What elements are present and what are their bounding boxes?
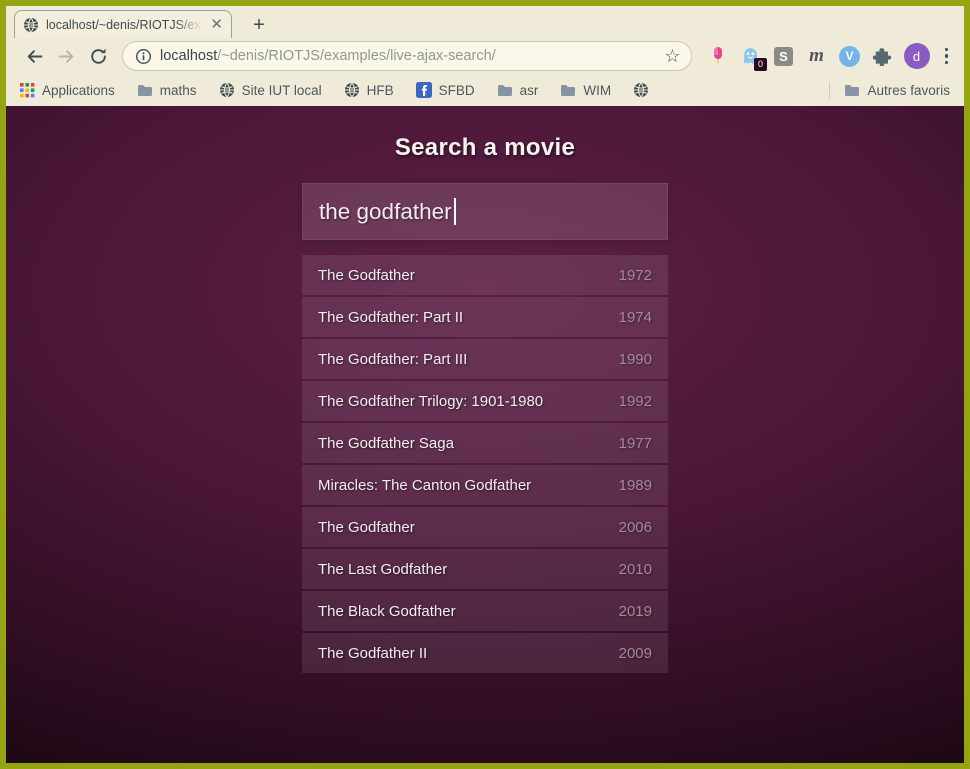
- url-host: localhost: [160, 48, 217, 64]
- page-info-icon[interactable]: [135, 48, 152, 65]
- bookmark-label: HFB: [367, 83, 394, 98]
- bookmark-label: WIM: [583, 83, 611, 98]
- browser-window: localhost/~denis/RIOTJS/ex ✕ + localhost…: [0, 0, 970, 769]
- url-path: /~denis/RIOTJS/examples/live-ajax-search…: [217, 48, 495, 64]
- results-list: The Godfather 1972 The Godfather: Part II 1…: [302, 255, 668, 673]
- movie-year: 1974: [619, 309, 652, 326]
- search-input-value: the godfather: [319, 199, 452, 225]
- url-text: localhost/~denis/RIOTJS/examples/live-aj…: [160, 48, 656, 64]
- chrome-menu-icon[interactable]: [939, 48, 955, 65]
- bookmark-item-asr[interactable]: asr: [497, 83, 539, 98]
- tab-close-icon[interactable]: ✕: [210, 17, 223, 32]
- movie-result-row[interactable]: The Godfather II 2009: [302, 633, 668, 673]
- bookmark-star-icon[interactable]: ☆: [664, 47, 680, 65]
- bookmarks-list: Applications maths Site IUT local HFB SFBD as…: [20, 82, 815, 98]
- extensions-row: 0 S m V d: [706, 43, 955, 69]
- browser-tab[interactable]: localhost/~denis/RIOTJS/ex ✕: [14, 10, 232, 38]
- forward-button[interactable]: [52, 42, 80, 70]
- address-bar[interactable]: localhost/~denis/RIOTJS/examples/live-aj…: [122, 41, 692, 71]
- movie-year: 1990: [619, 351, 652, 368]
- movie-result-row[interactable]: The Black Godfather 2019: [302, 591, 668, 631]
- movie-year: 1989: [619, 477, 652, 494]
- bookmark-item-maths[interactable]: maths: [137, 83, 197, 98]
- movie-result-row[interactable]: The Godfather Trilogy: 1901-1980 1992: [302, 381, 668, 421]
- s-extension-icon[interactable]: S: [772, 44, 796, 68]
- toolbar: localhost/~denis/RIOTJS/examples/live-aj…: [6, 38, 964, 74]
- folder-icon: [137, 84, 153, 97]
- movie-search-input[interactable]: the godfather: [302, 183, 668, 240]
- vimium-extension-icon[interactable]: V: [838, 44, 862, 68]
- globe-icon: [344, 82, 360, 98]
- movie-title: The Godfather: [318, 519, 415, 536]
- bookmark-item[interactable]: [633, 82, 649, 98]
- bookmarks-bar: Applications maths Site IUT local HFB SFBD as…: [6, 74, 964, 106]
- movie-title: The Godfather: [318, 267, 415, 284]
- extensions-puzzle-icon[interactable]: [871, 44, 895, 68]
- bookmark-label: asr: [520, 83, 539, 98]
- movie-title: The Godfather II: [318, 645, 427, 662]
- movie-result-row[interactable]: The Godfather 2006: [302, 507, 668, 547]
- bookmark-item-site-iut-local[interactable]: Site IUT local: [219, 82, 322, 98]
- folder-icon: [560, 84, 576, 97]
- movie-year: 1977: [619, 435, 652, 452]
- movie-year: 2006: [619, 519, 652, 536]
- tab-strip: localhost/~denis/RIOTJS/ex ✕ +: [6, 6, 964, 38]
- movie-year: 2019: [619, 603, 652, 620]
- movie-title: The Godfather: Part II: [318, 309, 463, 326]
- bookmark-item-sfbd[interactable]: SFBD: [416, 82, 475, 98]
- movie-result-row[interactable]: The Godfather Saga 1977: [302, 423, 668, 463]
- ghostery-badge: 0: [754, 58, 766, 71]
- text-caret: [454, 198, 456, 225]
- page-title: Search a movie: [302, 134, 668, 162]
- bookmark-label: Site IUT local: [242, 83, 322, 98]
- ghostery-extension-icon[interactable]: 0: [739, 44, 763, 68]
- movie-result-row[interactable]: The Godfather 1972: [302, 255, 668, 295]
- movie-year: 1972: [619, 267, 652, 284]
- movie-title: The Godfather Trilogy: 1901-1980: [318, 393, 543, 410]
- tab-favicon-globe-icon: [23, 17, 39, 33]
- globe-icon: [219, 82, 235, 98]
- tab-title: localhost/~denis/RIOTJS/ex: [46, 18, 203, 32]
- bookmark-label: maths: [160, 83, 197, 98]
- bookmark-other-favorites[interactable]: Autres favoris: [844, 83, 950, 98]
- back-button[interactable]: [20, 42, 48, 70]
- bookmark-item-applications[interactable]: Applications: [20, 83, 115, 98]
- new-tab-button[interactable]: +: [244, 12, 274, 38]
- folder-icon: [497, 84, 513, 97]
- movie-year: 1992: [619, 393, 652, 410]
- bookmark-item-wim[interactable]: WIM: [560, 83, 611, 98]
- movie-result-row[interactable]: The Godfather: Part II 1974: [302, 297, 668, 337]
- movie-year: 2010: [619, 561, 652, 578]
- movie-title: Miracles: The Canton Godfather: [318, 477, 531, 494]
- bookmarks-separator: [829, 82, 830, 99]
- globe-icon: [633, 82, 649, 98]
- movie-result-row[interactable]: Miracles: The Canton Godfather 1989: [302, 465, 668, 505]
- folder-icon: [844, 84, 860, 97]
- reload-button[interactable]: [84, 42, 112, 70]
- facebook-icon: [416, 82, 432, 98]
- profile-avatar[interactable]: d: [904, 43, 930, 69]
- m-extension-icon[interactable]: m: [805, 44, 829, 68]
- movie-result-row[interactable]: The Godfather: Part III 1990: [302, 339, 668, 379]
- bookmark-item-hfb[interactable]: HFB: [344, 82, 394, 98]
- movie-title: The Godfather Saga: [318, 435, 454, 452]
- movie-title: The Last Godfather: [318, 561, 447, 578]
- movie-title: The Godfather: Part III: [318, 351, 467, 368]
- movie-year: 2009: [619, 645, 652, 662]
- bookmark-label: SFBD: [439, 83, 475, 98]
- movie-result-row[interactable]: The Last Godfather 2010: [302, 549, 668, 589]
- popsicle-extension-icon[interactable]: [706, 44, 730, 68]
- movie-title: The Black Godfather: [318, 603, 456, 620]
- page-content: Search a movie the godfather The Godfath…: [6, 106, 964, 763]
- bookmark-label: Applications: [42, 83, 115, 98]
- apps-grid-icon: [20, 83, 35, 98]
